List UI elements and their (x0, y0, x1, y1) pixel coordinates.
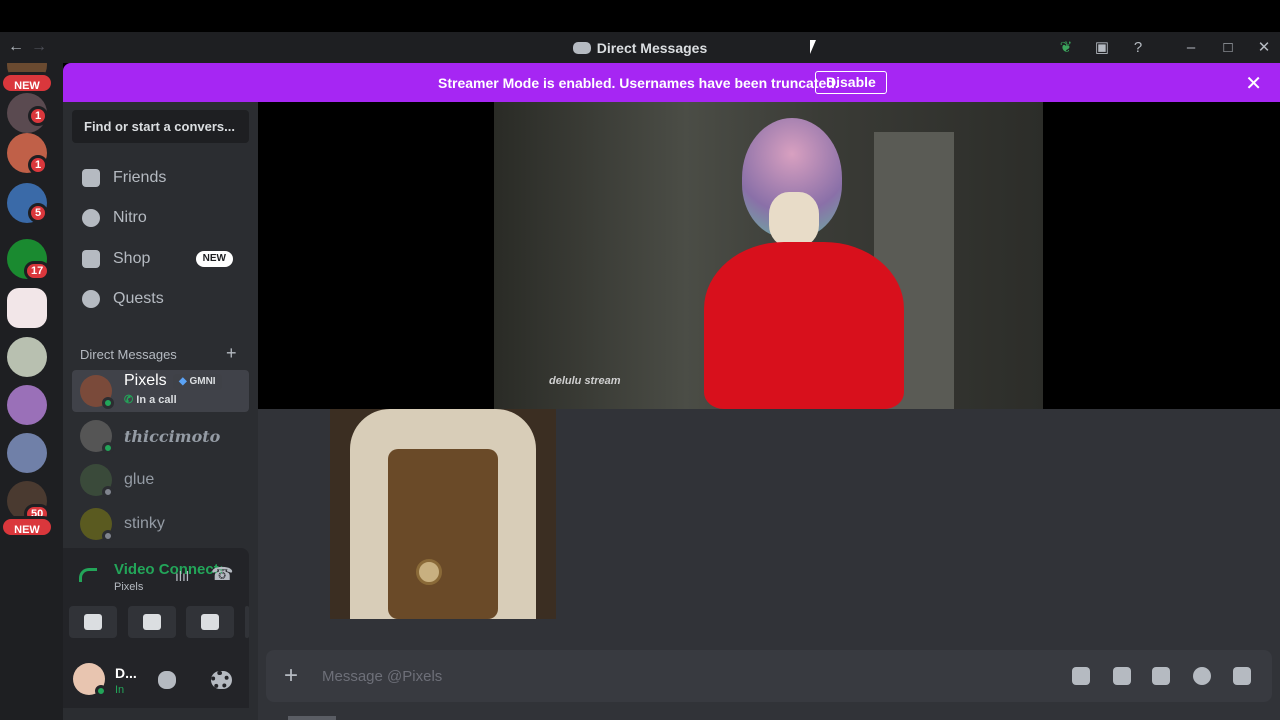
message-composer: + (266, 650, 1272, 702)
disconnect-icon[interactable]: ☎ (211, 564, 233, 585)
settings-gear-icon[interactable] (211, 671, 229, 689)
streamer-mode-banner: Streamer Mode is enabled. Usernames have… (63, 63, 1280, 102)
camera-button[interactable] (69, 606, 117, 638)
quests-icon (82, 290, 100, 308)
new-pill: NEW (0, 516, 54, 538)
unread-badge: 1 (28, 106, 49, 126)
status-dot (95, 685, 107, 697)
nav-friends[interactable]: Friends (72, 160, 249, 196)
scrollbar[interactable] (288, 716, 336, 720)
screen-share-icon (143, 614, 161, 630)
new-tag: NEW (195, 251, 233, 267)
discord-logo-icon (572, 42, 591, 54)
dm-item-stinky[interactable]: stinky (72, 503, 249, 545)
window-title: Direct Messages (0, 40, 1280, 56)
red-cloak (704, 242, 904, 409)
message-input[interactable] (322, 650, 1042, 702)
nav-quests[interactable]: Quests (72, 281, 249, 317)
corset (388, 449, 498, 619)
dm-section-header: Direct Messages (80, 347, 177, 362)
nav-shop[interactable]: Shop NEW (72, 241, 249, 277)
dm-name: stinky (124, 515, 165, 532)
unread-badge: 1 (28, 155, 49, 175)
mouse-cursor-icon (810, 40, 816, 54)
disable-button[interactable]: Disable (815, 71, 887, 94)
skull-face (769, 192, 819, 247)
gear-ornament (416, 559, 442, 585)
activities-icon (201, 614, 219, 630)
sticker-icon[interactable] (1152, 667, 1170, 685)
activities-button[interactable] (186, 606, 234, 638)
gem-icon: ◆ (179, 376, 190, 387)
nav-label: Quests (113, 290, 164, 307)
status-dot (102, 486, 114, 498)
gift-icon[interactable] (1072, 667, 1090, 685)
attach-plus-icon[interactable]: + (284, 662, 298, 690)
phone-icon: ✆ (124, 394, 137, 406)
stream-watermark: delulu stream (549, 375, 621, 387)
shop-icon (82, 250, 100, 268)
status-dot (102, 442, 114, 454)
friends-icon (82, 169, 100, 187)
status-dot (102, 530, 114, 542)
server-list: NEW 1 1 5 17 50 NEW (0, 63, 63, 720)
dm-status-text: In a call (136, 394, 177, 406)
server-icon[interactable] (7, 433, 47, 473)
user-status: In (115, 684, 125, 696)
dm-name: glue (124, 471, 155, 488)
nav-label: Nitro (113, 209, 147, 226)
gif-icon[interactable] (1113, 667, 1131, 685)
nitro-leaf-icon[interactable]: ❦ (1056, 38, 1076, 58)
voice-status: Video Connected (114, 561, 222, 578)
screen-share-button[interactable] (128, 606, 176, 638)
guild-tag: ◆ GMNI (173, 374, 222, 390)
message-image[interactable] (330, 409, 556, 619)
unread-badge: 5 (28, 203, 49, 223)
nitro-icon (82, 209, 100, 227)
dm-item-thiccimoto[interactable]: thiccimoto (72, 415, 249, 457)
inbox-icon[interactable]: ▣ (1092, 38, 1112, 58)
nav-label: Friends (113, 169, 167, 186)
guild-tag-text: GMNI (189, 376, 216, 387)
dm-item-pixels[interactable]: Pixels ◆ GMNI ✆ In a call (72, 370, 249, 412)
help-icon[interactable]: ? (1128, 38, 1148, 58)
dm-name: Pixels (124, 372, 167, 389)
username: D... (115, 665, 137, 681)
dm-sidebar: Find or start a convers... Friends Nitro… (63, 102, 258, 720)
status-dot (102, 397, 114, 409)
signal-icon[interactable] (79, 568, 97, 582)
dm-status: ✆ In a call (124, 393, 177, 406)
emoji-icon[interactable] (1193, 667, 1211, 685)
voice-panel: Video Connected Pixels ılıl ☎ (63, 548, 249, 653)
server-icon[interactable] (7, 337, 47, 377)
stream-frame: delulu stream (494, 102, 1043, 409)
nav-label: Shop (113, 250, 151, 267)
close-icon[interactable]: ✕ (1245, 71, 1262, 96)
video-stream[interactable]: delulu stream (258, 102, 1280, 409)
new-pill: NEW (0, 72, 54, 94)
search-input[interactable]: Find or start a convers... (72, 110, 249, 143)
server-icon[interactable] (7, 385, 47, 425)
noise-suppression-icon[interactable]: ılıl (175, 568, 189, 584)
apps-icon[interactable] (1233, 667, 1251, 685)
close-window-icon[interactable]: ✕ (1254, 38, 1274, 58)
server-icon[interactable] (7, 288, 47, 328)
minimize-icon[interactable]: – (1181, 38, 1201, 58)
main-content: delulu stream + (258, 102, 1280, 720)
create-dm-plus-icon[interactable]: + (226, 343, 237, 364)
camera-off-icon (84, 614, 102, 630)
unread-badge: 17 (24, 261, 51, 281)
microphone-icon[interactable] (158, 671, 176, 689)
voice-channel[interactable]: Pixels (114, 581, 143, 593)
dm-item-glue[interactable]: glue (72, 459, 249, 501)
window-title-text: Direct Messages (596, 40, 708, 56)
nav-nitro[interactable]: Nitro (72, 200, 249, 236)
banner-message: Streamer Mode is enabled. Usernames have… (438, 75, 839, 91)
maximize-icon[interactable]: □ (1218, 38, 1238, 58)
soundboard-button[interactable] (245, 606, 249, 638)
dm-name: thiccimoto (124, 427, 221, 446)
title-bar: ← → Direct Messages ❦ ▣ ? – □ ✕ (0, 32, 1280, 63)
